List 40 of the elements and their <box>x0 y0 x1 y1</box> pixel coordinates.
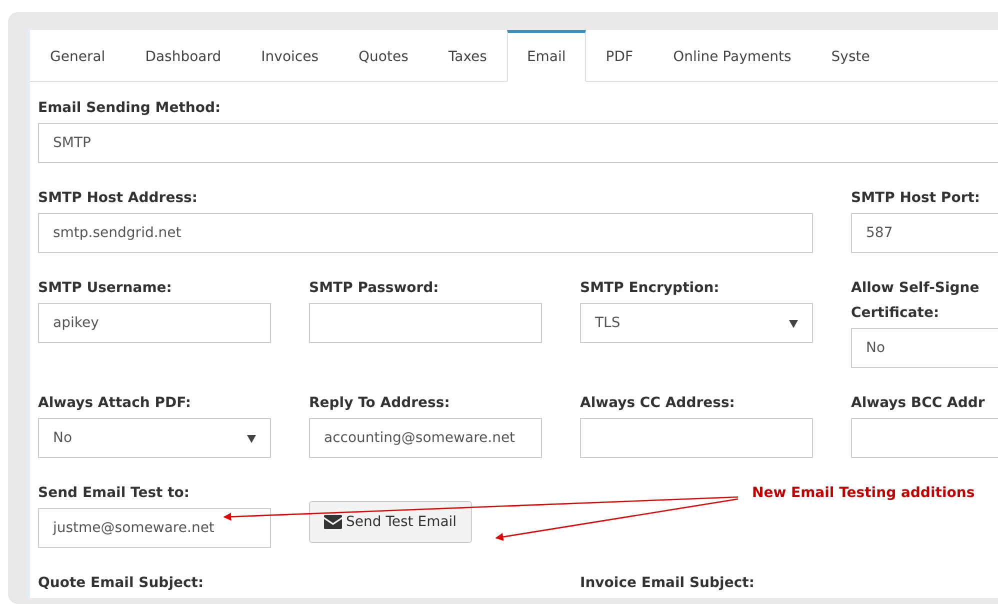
field-label: SMTP Encryption: <box>580 279 720 298</box>
dropdown[interactable]: TLS <box>580 303 813 343</box>
field-label: Email Sending Method: <box>38 99 222 118</box>
field-label: Certificate: <box>851 304 940 323</box>
dropdown[interactable]: No <box>38 418 271 458</box>
field-label: SMTP Password: <box>309 279 440 298</box>
envelope-icon <box>324 515 342 529</box>
field-label: Allow Self-Signe <box>851 279 980 298</box>
input-field[interactable]: accounting@someware.net <box>309 418 542 458</box>
tab[interactable]: General <box>30 30 126 82</box>
field-label: Always BCC Addr <box>851 394 986 413</box>
field-label: SMTP Host Address: <box>38 189 198 208</box>
field-label: Always Attach PDF: <box>38 394 192 413</box>
tab[interactable]: Email <box>506 30 586 82</box>
input-field[interactable]: SMTP <box>38 123 998 163</box>
field-label: SMTP Host Port: <box>851 189 982 208</box>
empty-input-field[interactable] <box>580 418 813 458</box>
input-field[interactable]: 587 <box>851 213 998 253</box>
field-label: Reply To Address: <box>309 394 451 413</box>
input-field[interactable]: justme@someware.net <box>38 508 271 548</box>
field-label: Always CC Address: <box>580 394 736 413</box>
tab[interactable]: Syste <box>811 30 890 82</box>
tab[interactable]: Invoices <box>241 30 339 82</box>
caret-icon <box>247 434 256 442</box>
send-test-email-button[interactable]: Send Test Email <box>309 501 472 543</box>
input-field[interactable]: smtp.sendgrid.net <box>38 213 813 253</box>
field-label: Quote Email Subject: <box>38 574 205 593</box>
field-label: Send Email Test to: <box>38 484 191 503</box>
caret-icon <box>789 318 798 328</box>
field-label: SMTP Username: <box>38 279 173 298</box>
tab[interactable]: Dashboard <box>125 30 242 82</box>
tab[interactable]: Quotes <box>338 30 428 82</box>
annotation-text: New Email Testing additions <box>752 485 975 501</box>
tab[interactable]: PDF <box>586 30 654 82</box>
field-label: Invoice Email Subject: <box>580 574 756 593</box>
empty-input-field[interactable] <box>309 303 542 343</box>
input-field[interactable]: No <box>851 328 998 368</box>
input-field[interactable]: apikey <box>38 303 271 343</box>
tab[interactable]: Online Payments <box>653 30 812 82</box>
tab[interactable]: Taxes <box>428 30 507 82</box>
